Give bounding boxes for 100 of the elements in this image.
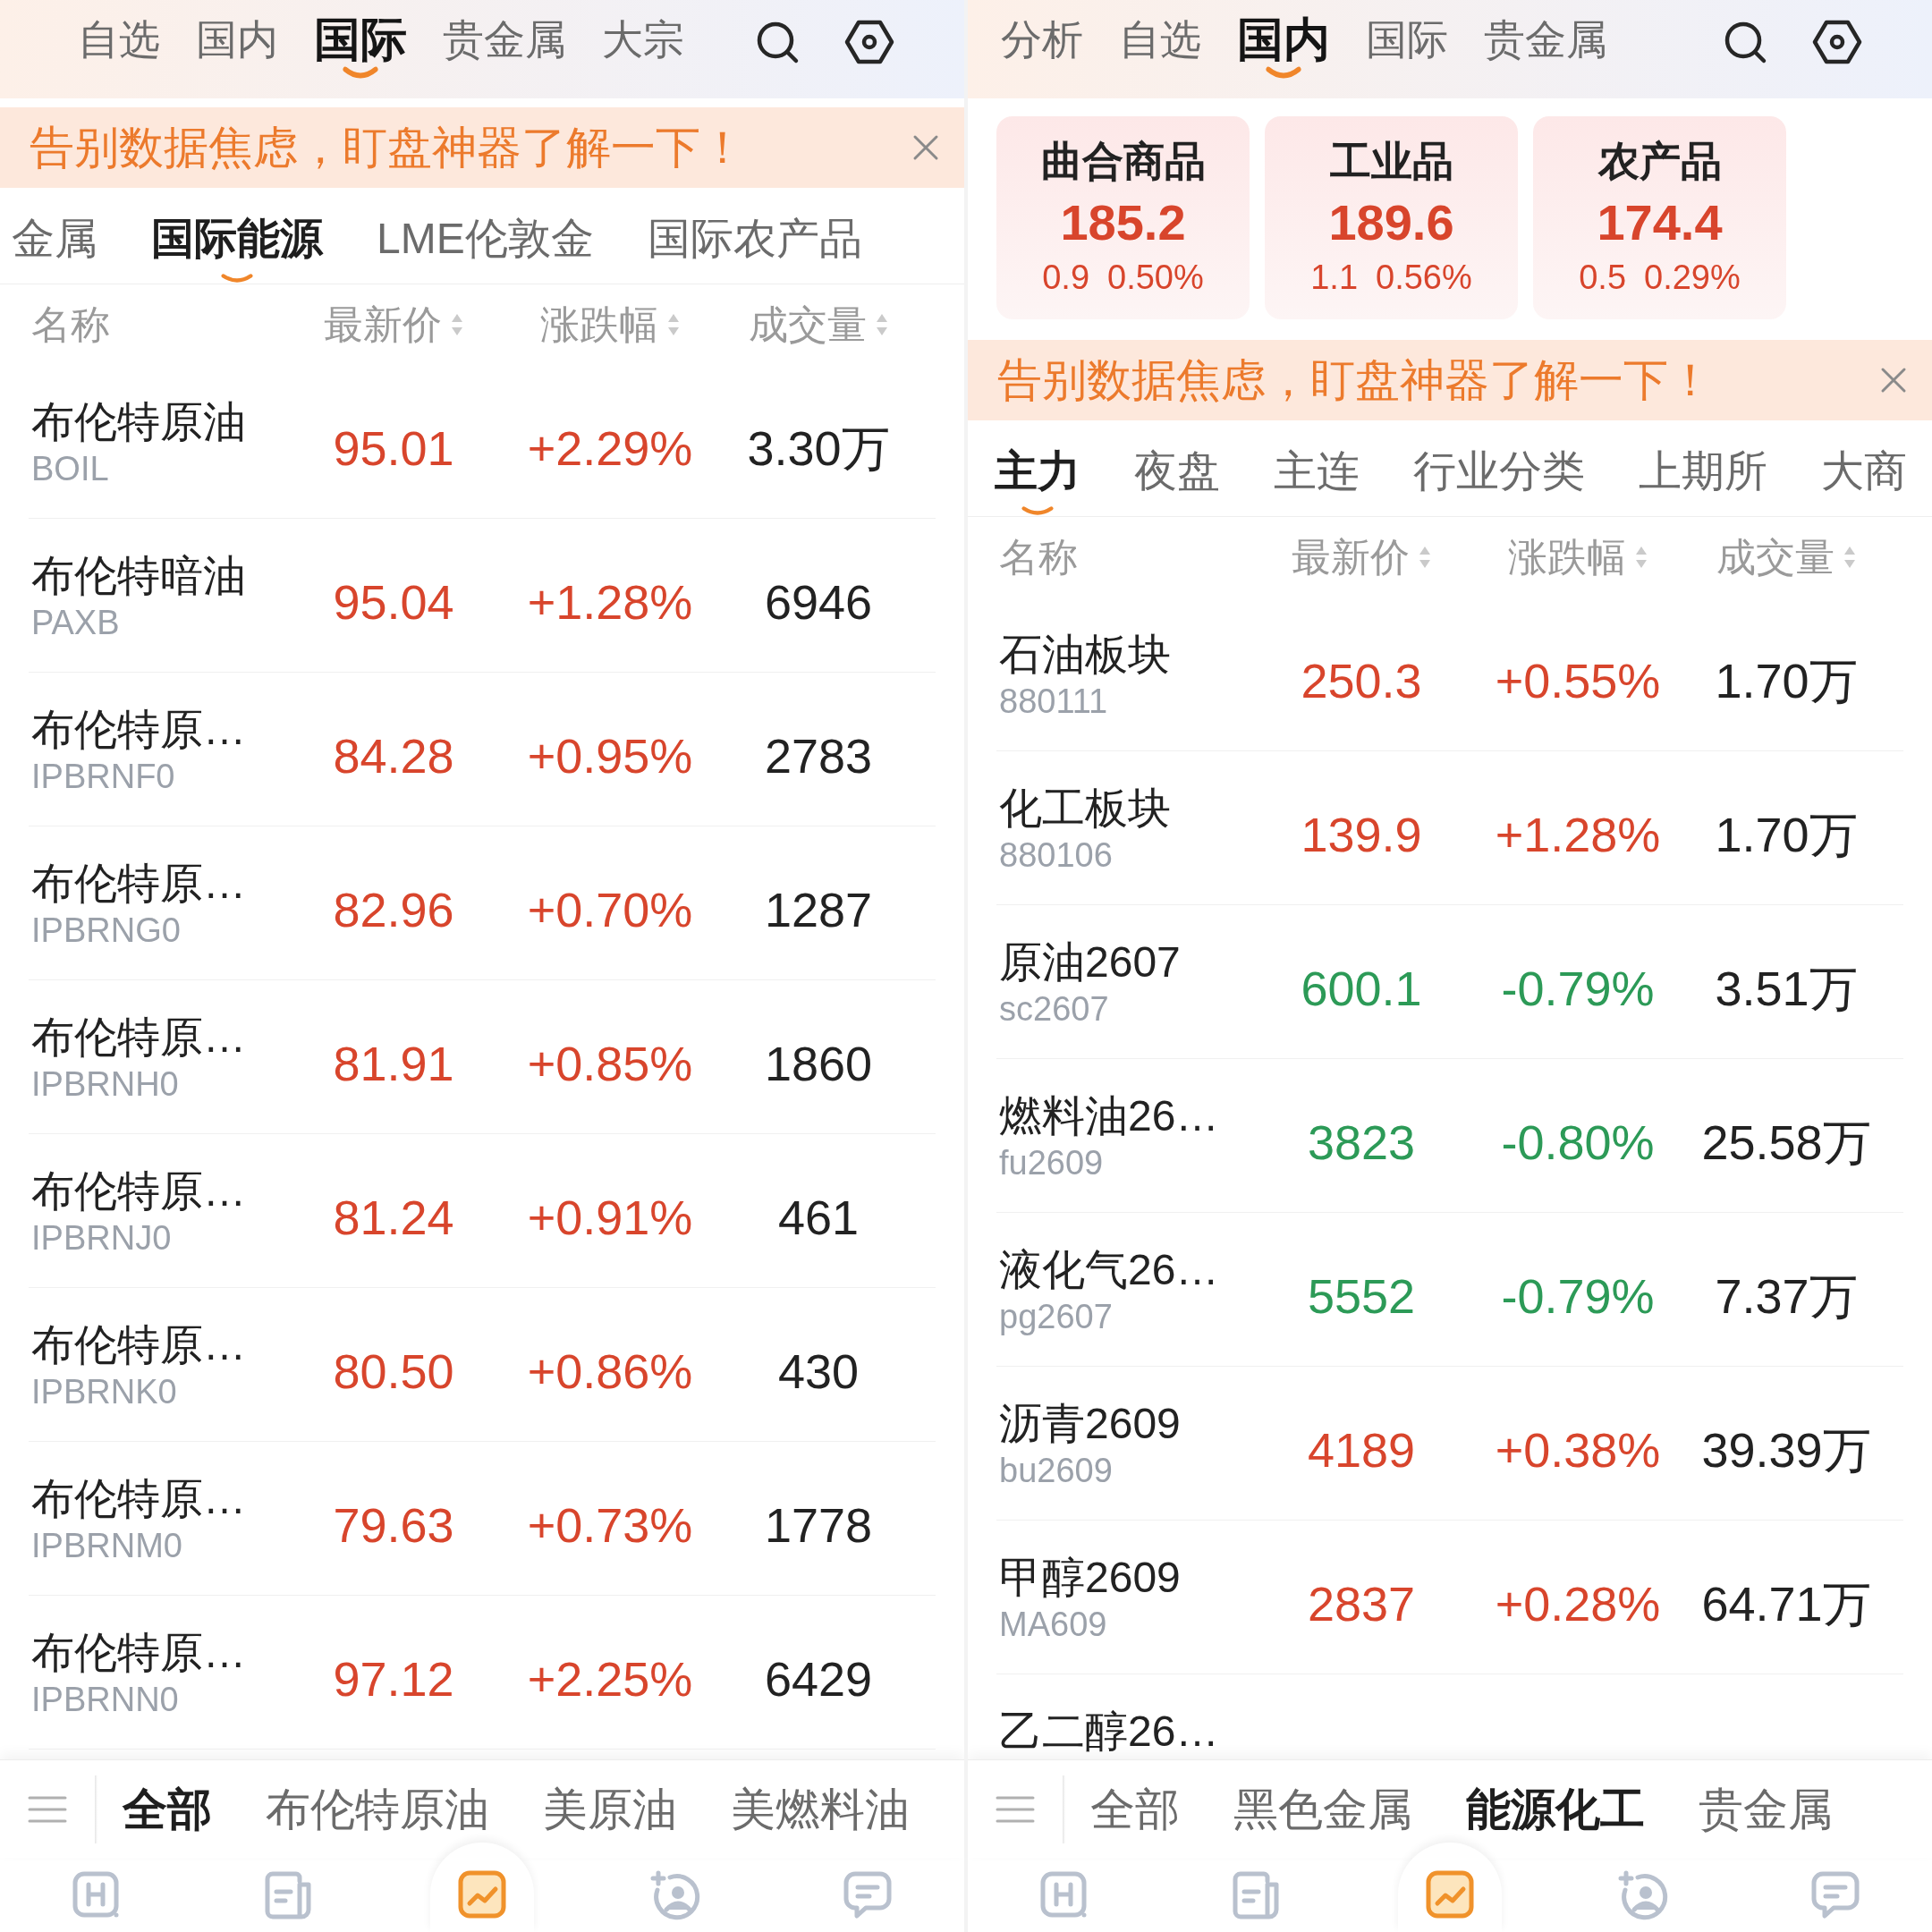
settings-button[interactable] xyxy=(1812,20,1862,64)
top-tab[interactable]: 自选 xyxy=(78,0,160,79)
instrument-name: 布伦特暗油 xyxy=(31,551,246,601)
volume-text: 2783 xyxy=(764,727,873,784)
close-button[interactable] xyxy=(912,134,939,161)
category-tab[interactable]: 黑色金属 xyxy=(1233,1782,1412,1836)
price-text: 95.01 xyxy=(333,419,454,477)
column-header[interactable]: 涨跌幅 xyxy=(1508,533,1648,581)
top-tab[interactable]: 大宗 xyxy=(602,0,684,79)
top-tab[interactable]: 贵金属 xyxy=(1484,0,1607,79)
change-text: +0.28% xyxy=(1495,1575,1661,1632)
column-header[interactable]: 成交量 xyxy=(749,301,888,349)
category-tab[interactable]: 美燃料油 xyxy=(731,1782,910,1836)
category-tab[interactable]: 美原油 xyxy=(543,1782,677,1836)
top-tab[interactable]: 分析 xyxy=(1001,0,1083,79)
category-tab[interactable]: 布伦特原油 xyxy=(266,1782,489,1836)
menu-icon xyxy=(28,1794,67,1824)
h-square-icon xyxy=(71,1870,122,1920)
menu-icon xyxy=(996,1794,1035,1824)
change-text: +0.85% xyxy=(527,1035,693,1092)
top-tab[interactable]: 国内 xyxy=(1237,0,1330,79)
instrument-name: 乙二醇26… xyxy=(999,1707,1219,1757)
price-text: 82.96 xyxy=(333,881,454,938)
instrument-name: 甲醇2609 xyxy=(999,1553,1181,1603)
index-value: 185.2 xyxy=(1060,193,1186,252)
category-tab[interactable]: 能源化工 xyxy=(1466,1782,1645,1836)
h-square-icon xyxy=(1038,1870,1089,1920)
price-text: 97.12 xyxy=(333,1650,454,1707)
top-tab[interactable]: 国内 xyxy=(196,0,278,79)
change-text: +0.73% xyxy=(527,1496,693,1554)
search-icon xyxy=(755,20,800,64)
sub-tab[interactable]: LME伦敦金 xyxy=(377,188,594,284)
top-tab[interactable]: 贵金属 xyxy=(443,0,566,79)
search-button[interactable] xyxy=(755,20,800,64)
index-card[interactable]: 农产品 174.4 0.5 0.29% xyxy=(1533,116,1786,319)
settings-icon xyxy=(844,20,894,64)
change-text: -0.79% xyxy=(1501,960,1655,1017)
column-header: 名称 xyxy=(31,301,110,348)
column-header[interactable]: 最新价 xyxy=(324,301,463,349)
column-header[interactable]: 最新价 xyxy=(1292,533,1431,581)
instrument-name: 布伦特原… xyxy=(31,1166,246,1216)
instrument-name: 布伦特原… xyxy=(31,1474,246,1524)
sub-tab[interactable]: 主连 xyxy=(1274,420,1360,516)
volume-text: 64.71万 xyxy=(1701,1575,1871,1632)
close-button[interactable] xyxy=(1880,367,1907,394)
volume-text: 1.70万 xyxy=(1715,652,1858,709)
change-text: +2.25% xyxy=(527,1650,693,1707)
index-card[interactable]: 曲合商品 185.2 0.9 0.50% xyxy=(996,116,1250,319)
sub-tab[interactable]: 行业分类 xyxy=(1413,420,1585,516)
instrument-code: 880106 xyxy=(999,835,1113,876)
line-chart-icon xyxy=(457,1869,507,1919)
sub-tab[interactable]: 金属 xyxy=(12,188,97,284)
search-button[interactable] xyxy=(1723,20,1767,64)
price-text: 80.50 xyxy=(333,1343,454,1400)
sub-tab[interactable]: 国际农产品 xyxy=(647,188,862,284)
index-card[interactable]: 工业品 189.6 1.1 0.56% xyxy=(1265,116,1518,319)
tab-indicator-icon xyxy=(343,66,378,79)
volume-text: 1778 xyxy=(764,1496,873,1554)
change-text: -0.79% xyxy=(1501,1267,1655,1325)
sub-tab[interactable]: 主力 xyxy=(995,420,1080,516)
column-header[interactable]: 成交量 xyxy=(1716,533,1856,581)
tab-indicator-icon xyxy=(1266,66,1301,79)
top-tab[interactable]: 自选 xyxy=(1119,0,1201,79)
index-change-percent: 0.29% xyxy=(1644,258,1741,298)
price-text: 600.1 xyxy=(1301,960,1422,1017)
category-tab[interactable]: 全部 xyxy=(1090,1782,1180,1836)
instrument-name: 布伦特原… xyxy=(31,1320,246,1370)
instrument-name: 燃料油26… xyxy=(999,1091,1219,1141)
top-tab[interactable]: 国际 xyxy=(1366,0,1448,79)
banner-text: 告别数据焦虑，盯盘神器了解一下！ xyxy=(30,122,745,174)
price-text: 84.28 xyxy=(333,727,454,784)
category-tab[interactable]: 贵金属 xyxy=(1699,1782,1833,1836)
price-text: 5552 xyxy=(1307,1267,1416,1325)
change-text: +0.38% xyxy=(1495,1421,1661,1479)
column-header[interactable]: 涨跌幅 xyxy=(540,301,680,349)
sub-tab[interactable]: 上期所 xyxy=(1639,420,1767,516)
sub-tab[interactable]: 大商 xyxy=(1821,420,1907,516)
volume-text: 461 xyxy=(777,1189,860,1246)
sub-tab[interactable]: 夜盘 xyxy=(1134,420,1220,516)
price-text: 95.04 xyxy=(333,573,454,631)
price-text: 250.3 xyxy=(1301,652,1422,709)
volume-text: 3.51万 xyxy=(1715,960,1858,1017)
column-header: 名称 xyxy=(999,534,1078,580)
instrument-code: IPBRNF0 xyxy=(31,757,175,797)
price-text: 4189 xyxy=(1307,1421,1416,1479)
change-text: +0.86% xyxy=(527,1343,693,1400)
settings-button[interactable] xyxy=(844,20,894,64)
sub-tab[interactable]: 国际能源 xyxy=(151,188,323,284)
instrument-code: IPBRNH0 xyxy=(31,1064,179,1105)
instrument-name: 布伦特原… xyxy=(31,1013,246,1063)
close-icon xyxy=(1880,367,1907,394)
category-tab[interactable]: 全部 xyxy=(123,1782,212,1836)
nav-tab[interactable] xyxy=(430,1843,534,1932)
top-tab[interactable]: 国际 xyxy=(314,0,407,79)
change-text: -0.80% xyxy=(1501,1114,1655,1171)
instrument-name: 化工板块 xyxy=(999,784,1171,834)
instrument-name: 布伦特原油 xyxy=(31,397,246,447)
instrument-code: IPBRNG0 xyxy=(31,911,181,951)
settings-icon xyxy=(1812,20,1862,64)
nav-tab[interactable] xyxy=(1398,1843,1502,1932)
